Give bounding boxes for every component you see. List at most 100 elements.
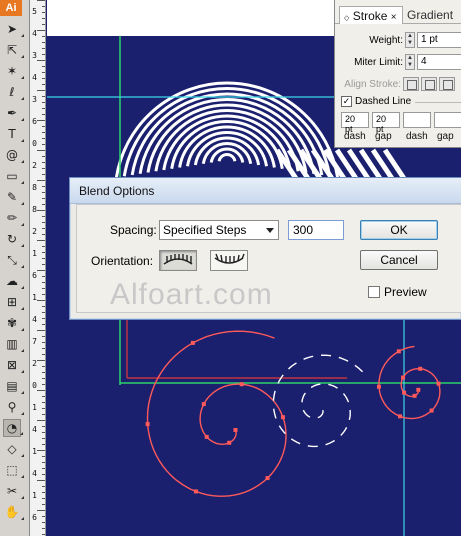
steps-input[interactable]: 300 <box>288 220 344 240</box>
dash-gap-field[interactable]: 20 pt <box>341 112 369 134</box>
flyout-indicator <box>21 475 24 478</box>
ruler-label: 3 <box>32 51 37 60</box>
paintbrush-tool-icon[interactable]: ✎ <box>3 188 24 206</box>
ruler-tick <box>42 408 45 409</box>
ok-button[interactable]: OK <box>360 220 438 240</box>
close-icon[interactable]: × <box>391 12 397 23</box>
ruler-tick <box>42 264 45 265</box>
anchor-point <box>145 422 150 427</box>
align-to-path-button[interactable] <box>210 250 248 271</box>
gradient-tool-icon[interactable]: ▤ <box>3 377 24 395</box>
pencil-tool-icon[interactable]: ✏ <box>3 209 24 227</box>
ruler-tick <box>42 18 45 19</box>
tab-grip-icon: ◇ <box>344 15 350 22</box>
hand-tool-icon[interactable]: ✋ <box>3 503 24 521</box>
warp-tool-icon[interactable]: ☁ <box>3 272 24 290</box>
ruler-tick <box>42 504 45 505</box>
ruler-label: 4 <box>32 469 37 478</box>
dialog-title: Blend Options <box>79 184 155 198</box>
pen-tool-icon[interactable]: ✒ <box>3 104 24 122</box>
preview-checkbox[interactable] <box>368 286 380 298</box>
dash-gap-field[interactable] <box>403 112 431 128</box>
ruler-tick <box>42 522 45 523</box>
ruler-tick <box>42 372 45 373</box>
dialog-titlebar[interactable]: Blend Options <box>70 178 461 204</box>
ruler-tick <box>37 90 45 91</box>
ruler-tick <box>42 6 45 7</box>
anchor-point <box>193 489 198 494</box>
free-transform-tool-icon[interactable]: ⊞ <box>3 293 24 311</box>
blend-tool-icon[interactable]: ◔ <box>3 419 23 437</box>
weight-field[interactable]: 1 pt <box>417 32 461 48</box>
ruler-tick <box>42 366 45 367</box>
direct-selection-tool-icon[interactable]: ⇱ <box>3 41 24 59</box>
flyout-indicator <box>21 370 24 373</box>
flyout-indicator <box>21 160 24 163</box>
ruler-tick <box>42 72 45 73</box>
ruler-label: 5 <box>32 7 37 16</box>
miter-limit-field[interactable]: 4 <box>417 54 461 70</box>
align-stroke-inside-button[interactable] <box>421 77 437 91</box>
stroke-panel: ◇ Stroke × Gradient Weight: ▲ ▼ 1 pt Mite… <box>334 0 461 148</box>
anchor-point <box>412 393 417 398</box>
symbol-sprayer-tool-icon[interactable]: ✾ <box>3 314 24 332</box>
live-paint-bucket-tool-icon[interactable]: ◇ <box>3 440 24 458</box>
dash-gap-field[interactable] <box>434 112 461 128</box>
ruler-tick <box>37 30 45 31</box>
mesh-tool-icon[interactable]: ⊠ <box>3 356 24 374</box>
weight-stepper[interactable]: ▲ ▼ <box>405 32 415 48</box>
ruler-tick <box>42 282 45 283</box>
align-to-page-button[interactable] <box>159 250 197 271</box>
type-tool-icon[interactable]: T <box>3 125 24 143</box>
spacing-dropdown[interactable]: Specified Steps <box>159 220 279 240</box>
scale-tool-icon[interactable]: ⤡ <box>3 251 24 269</box>
tools-panel: Ai ➤ ⇱ ✶ ℓ ✒ T @ ▭ ✎ ✏ ↻ ⤡ ☁ ⊞ ✾ ▥ ⊠ ▤ ⚲ ◔ ◇ ⬚ ✂ ✋ <box>0 0 30 536</box>
ruler-tick <box>42 156 45 157</box>
live-paint-selection-tool-icon[interactable]: ⬚ <box>3 461 24 479</box>
ruler-tick <box>42 312 45 313</box>
tab-gradient[interactable]: Gradient <box>403 6 461 24</box>
ruler-tick <box>42 324 45 325</box>
anchor-point <box>418 366 423 371</box>
align-stroke-outside-button[interactable] <box>439 77 455 91</box>
tab-stroke[interactable]: ◇ Stroke × <box>339 6 403 24</box>
cancel-button[interactable]: Cancel <box>360 250 438 270</box>
ruler-tick <box>42 348 45 349</box>
ruler-label: 0 <box>32 139 37 148</box>
vertical-ruler[interactable]: 5 4 3 4 3 6 0 2 8 8 2 1 6 1 4 7 2 0 1 4 1 4 1 6 <box>30 0 46 536</box>
flyout-indicator <box>21 139 24 142</box>
flyout-indicator <box>21 55 24 58</box>
ruler-tick <box>42 354 45 355</box>
align-to-page-icon <box>163 254 193 265</box>
ruler-label: 6 <box>32 271 37 280</box>
rectangle-tool-icon[interactable]: ▭ <box>3 167 24 185</box>
ruler-tick <box>37 0 45 1</box>
dashed-line-checkbox[interactable]: ✓ <box>341 96 352 107</box>
column-graph-tool-icon[interactable]: ▥ <box>3 335 24 353</box>
flyout-indicator <box>21 349 24 352</box>
ruler-tick <box>42 228 45 229</box>
ruler-tick <box>42 66 45 67</box>
align-stroke-center-button[interactable] <box>403 77 419 91</box>
magic-wand-tool-icon[interactable]: ✶ <box>3 62 24 80</box>
lasso-tool-icon[interactable]: ℓ <box>3 83 24 101</box>
ruler-label: 0 <box>32 381 37 390</box>
spiral-tool-icon[interactable]: @ <box>3 146 24 164</box>
watermark: Alfoart.com <box>110 278 273 311</box>
selection-tool-icon[interactable]: ➤ <box>3 20 24 38</box>
slice-tool-icon[interactable]: ✂ <box>3 482 24 500</box>
flyout-indicator <box>21 34 24 37</box>
ruler-tick <box>42 168 45 169</box>
miter-limit-stepper[interactable]: ▲ ▼ <box>405 54 415 70</box>
eyedropper-tool-icon[interactable]: ⚲ <box>3 398 24 416</box>
ruler-tick <box>42 294 45 295</box>
ruler-tick <box>42 258 45 259</box>
flyout-indicator <box>21 97 24 100</box>
ruler-tick <box>42 444 45 445</box>
dash-gap-field[interactable]: 20 pt <box>372 112 400 134</box>
dash-gap-caption: gap <box>437 131 454 142</box>
rotate-tool-icon[interactable]: ↻ <box>3 230 24 248</box>
ruler-tick <box>42 114 45 115</box>
dash-gap-caption: dash <box>344 131 366 142</box>
flyout-indicator <box>21 412 24 415</box>
